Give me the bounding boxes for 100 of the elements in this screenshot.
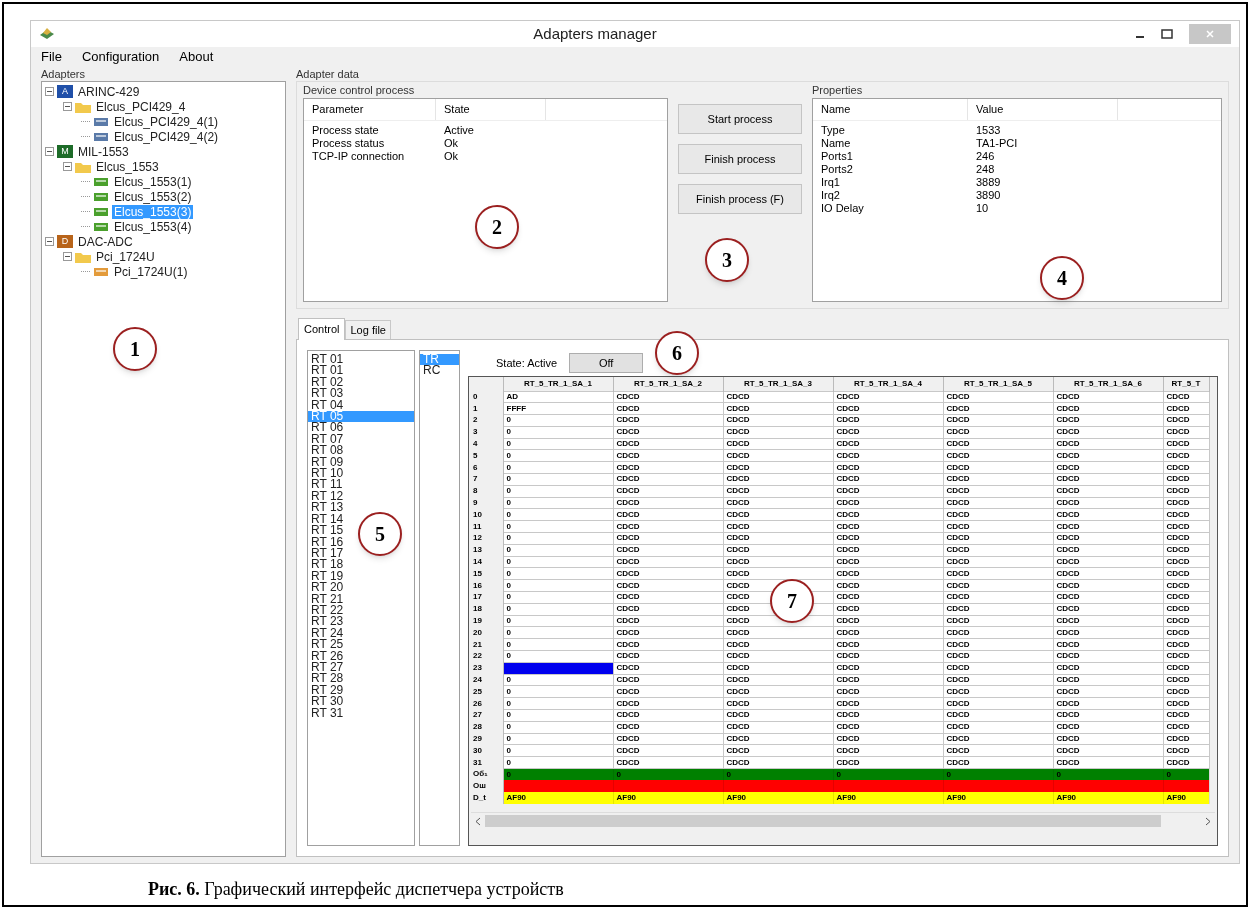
- list-item[interactable]: RT 13: [308, 502, 346, 514]
- tab[interactable]: Log file: [345, 320, 391, 339]
- grid-cell: CDCD: [616, 415, 640, 425]
- grid-cell: CDCD: [946, 427, 970, 437]
- column-header[interactable]: RT_5_TR_1_SA_4: [853, 378, 922, 388]
- column-header[interactable]: Parameter: [304, 99, 436, 120]
- grid-cell: CDCD: [836, 627, 860, 637]
- tab[interactable]: Control: [298, 318, 346, 340]
- process-button[interactable]: Start process: [678, 104, 802, 134]
- collapse-icon[interactable]: [63, 102, 72, 111]
- grid-cell: CDCD: [726, 533, 750, 543]
- grid-cell: CDCD: [1166, 651, 1190, 661]
- window-title: Adapters manager: [532, 23, 658, 44]
- menu-item[interactable]: File: [41, 47, 62, 67]
- tree-item[interactable]: Elcus_PCI429_4(1): [112, 114, 221, 129]
- list-item[interactable]: RC: [420, 365, 443, 377]
- tree-item[interactable]: Pci_1724U: [94, 249, 157, 264]
- scroll-left-icon[interactable]: [475, 816, 481, 826]
- column-header[interactable]: Name: [813, 99, 968, 120]
- column-header[interactable]: RT_5_TR_1_SA_6: [1073, 378, 1142, 388]
- grid-cell: CDCD: [836, 450, 860, 460]
- column-header[interactable]: State: [436, 99, 546, 120]
- list-item[interactable]: RT 23: [308, 616, 346, 628]
- maximize-icon[interactable]: [1161, 29, 1173, 39]
- grid-cell: CDCD: [1056, 592, 1080, 602]
- tree-item[interactable]: Pci_1724U(1): [112, 264, 190, 279]
- list-item[interactable]: RT 15: [308, 525, 346, 537]
- process-button[interactable]: Finish process (F): [678, 184, 802, 214]
- tree-item[interactable]: DAC-ADC: [76, 234, 135, 249]
- list-item[interactable]: RT 25: [308, 639, 346, 651]
- grid-cell: CDCD: [1166, 439, 1190, 449]
- tree-item[interactable]: Elcus_1553(2): [112, 189, 194, 204]
- list-item[interactable]: RT 18: [308, 559, 346, 571]
- column-header[interactable]: RT_5_T: [1171, 378, 1201, 388]
- list-cell-text: 246: [975, 150, 996, 163]
- column-header[interactable]: RT_5_TR_1_SA_1: [523, 378, 592, 388]
- tree-item[interactable]: ARINC-429: [76, 84, 142, 99]
- grid-cell: 0: [506, 675, 511, 684]
- collapse-icon[interactable]: [63, 252, 72, 261]
- list-item[interactable]: RT 24: [308, 627, 346, 640]
- list-item[interactable]: RT 07: [308, 433, 346, 446]
- column-header[interactable]: RT_5_TR_1_SA_2: [633, 378, 702, 388]
- state-label: State: Active: [496, 355, 558, 371]
- list-cell-text: 248: [975, 163, 996, 176]
- list-item[interactable]: RT 21: [308, 593, 346, 605]
- grid-cell: CDCD: [946, 521, 970, 531]
- list-item[interactable]: RT 01: [308, 365, 346, 377]
- list-item[interactable]: RT 06: [308, 422, 346, 434]
- tree-item[interactable]: MIL-1553: [76, 144, 131, 159]
- list-item[interactable]: RT 02: [308, 376, 346, 389]
- tree-item[interactable]: Elcus_1553(4): [112, 219, 194, 234]
- menu-item[interactable]: About: [179, 47, 214, 67]
- grid-cell: CDCD: [1056, 439, 1080, 449]
- process-button[interactable]: Finish process: [678, 144, 802, 174]
- grid-cell: CDCD: [1166, 557, 1190, 567]
- grid-cell: CDCD: [946, 498, 970, 508]
- collapse-icon[interactable]: [45, 237, 54, 246]
- list-item[interactable]: RT 14: [308, 513, 346, 526]
- grid-cell: AF90: [1166, 793, 1187, 802]
- column-header[interactable]: Value: [968, 99, 1118, 120]
- scroll-right-icon[interactable]: [1205, 816, 1211, 826]
- tree-item[interactable]: Elcus_1553: [94, 159, 161, 174]
- list-item[interactable]: RT 19: [308, 570, 346, 583]
- list-item[interactable]: RT 26: [308, 650, 346, 662]
- list-item[interactable]: RT 17: [308, 547, 346, 560]
- off-button[interactable]: Off: [569, 353, 644, 373]
- list-item[interactable]: RT 01: [308, 354, 346, 366]
- grid-cell: CDCD: [726, 521, 750, 531]
- list-item[interactable]: RT 28: [308, 673, 346, 685]
- bus-icon: A: [57, 85, 73, 98]
- grid-cell: CDCD: [1056, 415, 1080, 425]
- collapse-icon[interactable]: [63, 162, 72, 171]
- collapse-icon[interactable]: [45, 87, 54, 96]
- list-item[interactable]: RT 08: [308, 445, 346, 457]
- column-header[interactable]: RT_5_TR_1_SA_5: [963, 378, 1032, 388]
- collapse-icon[interactable]: [45, 147, 54, 156]
- grid-cell: CDCD: [726, 722, 750, 732]
- list-item[interactable]: RT 16: [308, 536, 346, 548]
- scroll-thumb[interactable]: [485, 815, 1161, 828]
- list-item[interactable]: RT 11: [308, 479, 345, 491]
- tree-item[interactable]: Elcus_PCI429_4: [94, 99, 188, 114]
- list-item[interactable]: RT 10: [308, 468, 346, 480]
- list-item[interactable]: RT 30: [308, 696, 346, 708]
- menu-item[interactable]: Configuration: [81, 47, 160, 67]
- list-item[interactable]: RT 04: [308, 399, 346, 412]
- list-item[interactable]: RT 27: [308, 661, 346, 674]
- list-item[interactable]: RT 12: [308, 490, 346, 503]
- grid-cell: CDCD: [726, 580, 750, 590]
- list-item[interactable]: RT 03: [308, 388, 346, 400]
- tree-item[interactable]: Elcus_1553(1): [112, 174, 194, 189]
- column-header[interactable]: RT_5_TR_1_SA_3: [743, 378, 812, 388]
- grid-cell: CDCD: [1056, 675, 1080, 684]
- horizontal-scrollbar[interactable]: [471, 811, 1215, 830]
- list-item[interactable]: RT 20: [308, 582, 346, 594]
- list-item[interactable]: RT 22: [308, 604, 346, 617]
- tree-item[interactable]: Elcus_PCI429_4(2): [112, 129, 221, 144]
- list-item[interactable]: RT 31: [308, 707, 346, 719]
- list-item[interactable]: RT 09: [308, 456, 346, 469]
- list-item[interactable]: RT 29: [308, 684, 346, 697]
- grid-cell: CDCD: [836, 710, 860, 720]
